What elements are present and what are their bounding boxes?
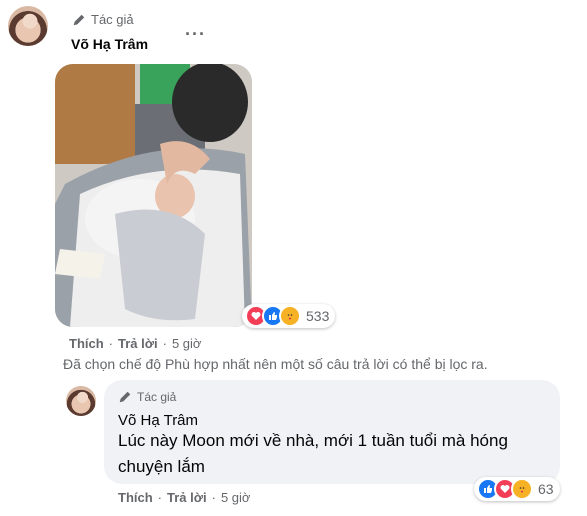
reply-author-badge: Tác giả bbox=[118, 390, 176, 404]
care-icon bbox=[511, 478, 533, 500]
reactions-summary[interactable]: 533 bbox=[242, 304, 336, 328]
filter-notice: Đã chọn chế độ Phù hợp nhất nên một số c… bbox=[63, 356, 488, 372]
separator-dot: · bbox=[108, 336, 114, 351]
reply-author-avatar[interactable] bbox=[66, 386, 96, 416]
reaction-count: 533 bbox=[306, 308, 330, 324]
reply-actions: Thích · Trả lời · 5 giờ bbox=[118, 490, 250, 505]
reply-text: Lúc này Moon mới về nhà, mới 1 tuần tuổi… bbox=[118, 431, 508, 476]
reply-like-button[interactable]: Thích bbox=[118, 490, 153, 505]
author-badge-label: Tác giả bbox=[91, 12, 134, 27]
comment-actions: Thích · Trả lời · 5 giờ bbox=[69, 336, 201, 351]
care-icon bbox=[279, 305, 301, 327]
separator-dot: · bbox=[211, 490, 216, 505]
pencil-icon bbox=[73, 14, 85, 25]
comment-timestamp[interactable]: 5 giờ bbox=[172, 336, 202, 351]
author-name[interactable]: Võ Hạ Trâm bbox=[71, 36, 148, 52]
author-avatar[interactable] bbox=[8, 6, 48, 46]
reply-button[interactable]: Trả lời bbox=[118, 336, 158, 351]
reply-author-name[interactable]: Võ Hạ Trâm bbox=[118, 412, 198, 429]
reply-timestamp[interactable]: 5 giờ bbox=[221, 490, 251, 505]
separator-dot: · bbox=[157, 490, 163, 505]
pencil-icon bbox=[119, 391, 131, 403]
more-options-icon[interactable]: ··· bbox=[185, 24, 206, 45]
reply-reactions-summary[interactable]: 63 bbox=[474, 477, 560, 501]
reply-author-badge-label: Tác giả bbox=[137, 390, 177, 404]
comment-photo[interactable] bbox=[55, 64, 252, 327]
reply-reaction-count: 63 bbox=[538, 481, 554, 497]
baby-photo-image bbox=[55, 64, 252, 327]
like-button[interactable]: Thích bbox=[69, 336, 104, 351]
separator-dot: · bbox=[162, 336, 167, 351]
reply-reply-button[interactable]: Trả lời bbox=[167, 490, 207, 505]
author-badge: Tác giả bbox=[72, 12, 134, 27]
